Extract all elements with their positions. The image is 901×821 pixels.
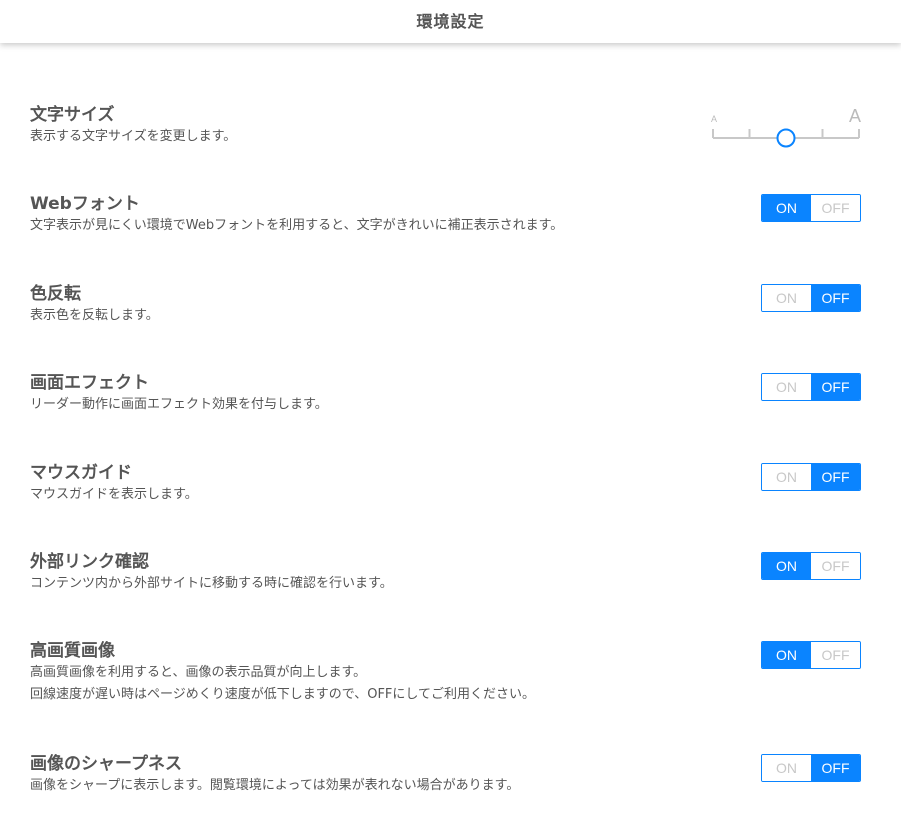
setting-title: Webフォント [30,194,140,214]
hq-image-toggle[interactable]: ON OFF [761,641,861,669]
setting-desc: 画像をシャープに表示します。閲覧環境によっては効果が表れない場合があります。 [30,778,520,793]
invert-colors-toggle[interactable]: ON OFF [761,284,861,312]
toggle-off-option[interactable]: OFF [811,642,860,668]
setting-title: 外部リンク確認 [30,552,149,572]
setting-desc: 文字表示が見にくい環境でWebフォントを利用すると、文字がきれいに補正表示されま… [30,218,564,233]
toggle-on-option[interactable]: ON [762,642,811,668]
setting-title: 画面エフェクト [30,373,149,393]
font-size-slider[interactable]: A A [711,100,861,150]
setting-desc: リーダー動作に画面エフェクト効果を付与します。 [30,397,328,412]
toggle-on-option[interactable]: ON [762,195,811,221]
setting-title: 高画質画像 [30,641,115,661]
setting-desc: マウスガイドを表示します。 [30,487,198,502]
setting-row-sharpness: 画像のシャープネス 画像をシャープに表示します。閲覧環境によっては効果が表れない… [30,753,865,797]
setting-title: マウスガイド [30,463,132,483]
toggle-off-option[interactable]: OFF [811,374,860,400]
setting-row-invert-colors: 色反転 表示色を反転します。 ON OFF [30,283,865,327]
slider-thumb[interactable] [776,128,796,148]
setting-title: 色反転 [30,284,81,304]
setting-desc: コンテンツ内から外部サイトに移動する時に確認を行います。 [30,576,393,591]
web-font-toggle[interactable]: ON OFF [761,194,861,222]
toggle-on-option[interactable]: ON [762,553,811,579]
setting-desc: 高画質画像を利用すると、画像の表示品質が向上します。 [30,665,367,680]
toggle-on-option[interactable]: ON [762,285,811,311]
mouse-guide-toggle[interactable]: ON OFF [761,463,861,491]
toggle-off-option[interactable]: OFF [811,464,860,490]
setting-desc: 回線速度が遅い時はページめくり速度が低下しますので、OFFにしてご利用ください。 [30,687,536,702]
sharpness-toggle[interactable]: ON OFF [761,754,861,782]
setting-row-screen-effect: 画面エフェクト リーダー動作に画面エフェクト効果を付与します。 ON OFF [30,372,865,416]
settings-header: 環境設定 [0,0,901,43]
external-link-toggle[interactable]: ON OFF [761,552,861,580]
toggle-on-option[interactable]: ON [762,374,811,400]
setting-row-hq-image: 高画質画像 高画質画像を利用すると、画像の表示品質が向上します。 回線速度が遅い… [30,640,865,706]
page-title: 環境設定 [416,12,485,31]
toggle-on-option[interactable]: ON [762,464,811,490]
setting-row-external-link: 外部リンク確認 コンテンツ内から外部サイトに移動する時に確認を行います。 ON … [30,551,865,595]
toggle-on-option[interactable]: ON [762,755,811,781]
toggle-off-option[interactable]: OFF [811,755,860,781]
toggle-off-option[interactable]: OFF [811,285,860,311]
toggle-off-option[interactable]: OFF [811,195,860,221]
screen-effect-toggle[interactable]: ON OFF [761,373,861,401]
setting-title: 画像のシャープネス [30,754,182,774]
setting-row-mouse-guide: マウスガイド マウスガイドを表示します。 ON OFF [30,462,865,506]
slider-track[interactable] [711,122,861,148]
setting-desc: 表示色を反転します。 [30,308,159,323]
toggle-off-option[interactable]: OFF [811,553,860,579]
setting-row-font-size: 文字サイズ 表示する文字サイズを変更します。 A A [30,104,865,148]
setting-row-web-font: Webフォント 文字表示が見にくい環境でWebフォントを利用すると、文字がきれい… [30,193,865,237]
